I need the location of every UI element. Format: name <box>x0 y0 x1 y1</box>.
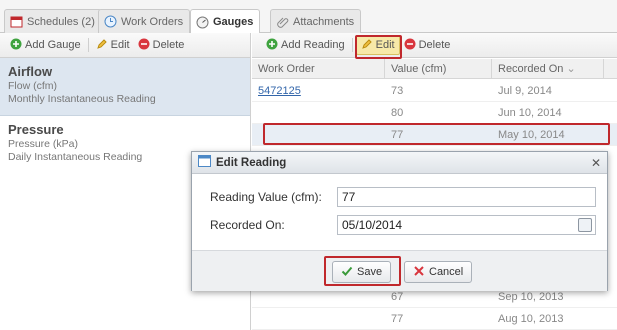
delete-icon <box>404 38 416 53</box>
checkmark-icon <box>341 265 353 280</box>
gauge-name: Pressure <box>8 122 64 137</box>
recorded-on-field[interactable]: 05/10/2014 <box>337 215 596 235</box>
reading-value-label: Reading Value (cfm): <box>210 190 322 204</box>
tab-label: Gauges <box>213 16 254 28</box>
readings-grid-header: Work Order Value (cfm) Recorded On ⌄ <box>252 59 617 79</box>
gauge-item-airflow[interactable]: Airflow Flow (cfm) Monthly Instantaneous… <box>0 58 250 116</box>
recorded-on-value: 05/10/2014 <box>342 218 403 232</box>
dialog-title-bar[interactable]: Edit Reading <box>192 152 607 174</box>
tab-label: Work Orders <box>121 15 184 28</box>
work-order-cell <box>252 102 258 124</box>
clock-icon <box>103 15 117 29</box>
calendar-picker-icon[interactable] <box>578 218 592 232</box>
reading-value: 77 <box>391 313 404 325</box>
recorded-on: Jul 9, 2014 <box>498 85 552 97</box>
tab-label: Schedules (2) <box>27 15 95 28</box>
edit-reading-dialog: Edit Reading ✕ Reading Value (cfm): Reco… <box>191 151 608 291</box>
delete-reading-label: Delete <box>418 39 451 51</box>
column-header-label: Recorded On <box>498 63 564 75</box>
dialog-body: Reading Value (cfm): Recorded On: 05/10/… <box>192 175 607 249</box>
dialog-title: Edit Reading <box>216 156 287 169</box>
column-header-value[interactable]: Value (cfm) <box>385 59 492 79</box>
paperclip-icon <box>275 15 289 29</box>
cancel-label: Cancel <box>429 266 464 278</box>
pencil-icon <box>361 38 373 53</box>
gauge-unit: Flow (cfm) <box>8 80 57 92</box>
pencil-icon <box>96 38 108 53</box>
gauge-unit: Pressure (kPa) <box>8 138 79 150</box>
toolbar-divider <box>351 38 353 52</box>
recorded-on: Jun 10, 2014 <box>498 107 562 119</box>
recorded-on: May 10, 2014 <box>498 129 565 141</box>
sort-descending-icon: ⌄ <box>566 63 576 75</box>
add-reading-label: Add Reading <box>281 39 345 51</box>
gauge-toolbar: Add Gauge Edit Delete <box>0 33 250 58</box>
toolbar-divider <box>87 38 89 52</box>
column-header-work-order[interactable]: Work Order <box>252 59 385 79</box>
reading-value: 77 <box>391 129 404 141</box>
x-icon <box>413 265 425 280</box>
edit-reading-label: Edit <box>375 39 395 51</box>
delete-gauge-label: Delete <box>152 39 185 51</box>
edit-gauge-button[interactable]: Edit <box>92 35 134 55</box>
add-icon <box>266 38 278 53</box>
reading-value: 80 <box>391 107 404 119</box>
delete-reading-button[interactable]: Delete <box>400 35 455 55</box>
edit-reading-button[interactable]: Edit <box>355 35 400 55</box>
save-label: Save <box>357 266 383 278</box>
save-button[interactable]: Save <box>332 261 392 283</box>
gauge-name: Airflow <box>8 64 53 79</box>
add-gauge-label: Add Gauge <box>25 39 81 51</box>
gauge-frequency: Monthly Instantaneous Reading <box>8 93 156 105</box>
recorded-on: Aug 10, 2013 <box>498 313 564 325</box>
work-order-cell <box>252 308 258 330</box>
add-gauge-button[interactable]: Add Gauge <box>6 35 85 55</box>
close-icon[interactable]: ✕ <box>589 156 603 170</box>
reading-value-input[interactable] <box>337 187 596 207</box>
cancel-button[interactable]: Cancel <box>404 261 473 283</box>
work-order-cell <box>252 124 258 146</box>
reading-value: 73 <box>391 85 404 97</box>
add-reading-button[interactable]: Add Reading <box>262 35 349 55</box>
calendar-icon <box>9 15 23 29</box>
tab-attachments[interactable]: Attachments <box>270 9 362 33</box>
tab-work-orders[interactable]: Work Orders <box>98 9 191 33</box>
readings-toolbar: Add Reading Edit Delete <box>252 33 617 58</box>
table-row[interactable]: 5472125 73 Jul 9, 2014 <box>252 80 617 102</box>
tab-gauges[interactable]: Gauges <box>190 9 261 34</box>
work-order-link[interactable]: 5472125 <box>252 80 301 102</box>
table-row[interactable]: 77 Aug 10, 2013 <box>252 308 617 330</box>
dialog-footer: Save Cancel <box>192 250 607 291</box>
gauge-icon <box>195 15 209 29</box>
tab-label: Attachments <box>293 15 355 28</box>
recorded-on-label: Recorded On: <box>210 218 285 232</box>
table-row[interactable]: 80 Jun 10, 2014 <box>252 102 617 124</box>
tab-schedules[interactable]: Schedules (2) <box>4 9 102 33</box>
column-header-recorded-on[interactable]: Recorded On ⌄ <box>492 59 604 79</box>
delete-gauge-button[interactable]: Delete <box>134 35 189 55</box>
tab-bar: Schedules (2) Work Orders Gauges Attachm… <box>0 0 617 34</box>
delete-icon <box>138 38 150 53</box>
table-row-selected[interactable]: 77 May 10, 2014 <box>252 124 617 146</box>
edit-gauge-label: Edit <box>110 39 130 51</box>
add-icon <box>10 38 22 53</box>
window-icon <box>198 155 211 170</box>
